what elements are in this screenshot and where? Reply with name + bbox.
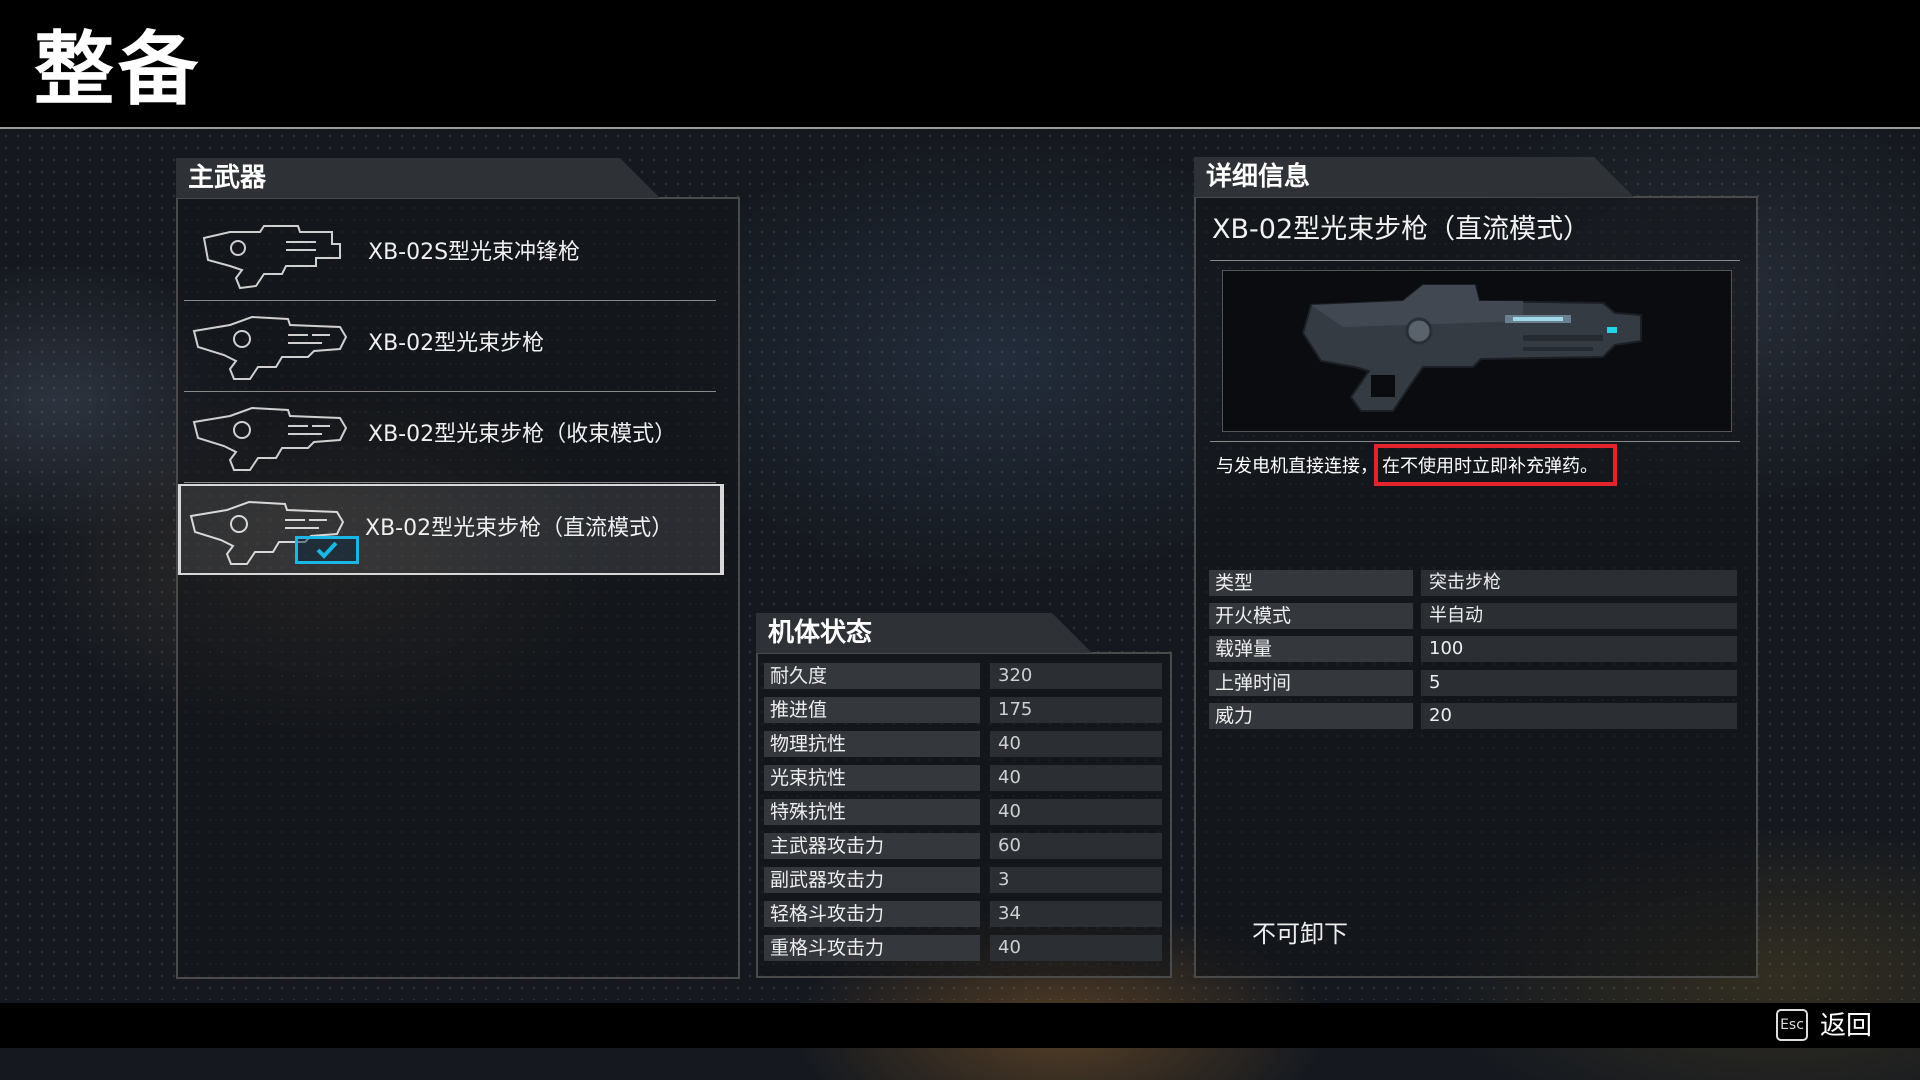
status-value: 60 [990,833,1162,859]
detail-stat-value: 100 [1421,636,1737,662]
detail-stat-value: 20 [1421,703,1737,729]
status-panel-title: 机体状态 [768,618,873,648]
status-label: 耐久度 [764,663,980,689]
beam-smg-icon [202,225,341,290]
weapon-description: 与发电机直接连接， [1216,456,1378,477]
status-label: 主武器攻击力 [764,833,980,859]
weapon-item-rifle[interactable]: XB-02型光束步枪 [184,301,716,392]
page-title: 整备 [34,23,202,116]
detail-stat-label: 威力 [1209,703,1413,729]
equipped-indicator [295,536,359,564]
weapon-panel-tab: 主武器 [176,158,660,198]
weapon-panel-title: 主武器 [188,163,267,193]
status-value: 40 [990,765,1162,791]
status-value: 40 [990,731,1162,757]
weapon-name: XB-02型光束步枪（收束模式） [368,422,677,447]
detail-weapon-name: XB-02型光束步枪（直流模式） [1212,214,1591,245]
detail-stat-label: 上弹时间 [1209,670,1413,696]
detail-stat-value: 5 [1421,670,1737,696]
weapon-description-highlight: 在不使用时立即补充弹药。 [1382,456,1598,477]
status-label: 轻格斗攻击力 [764,901,980,927]
divider [1210,441,1740,442]
top-bar: 整备 [0,0,1920,129]
status-label: 重格斗攻击力 [764,935,980,961]
weapon-item-rifle-direct[interactable]: XB-02型光束步枪（直流模式） [178,484,724,575]
status-label: 推进值 [764,697,980,723]
beam-rifle-icon [1301,284,1642,412]
bottom-bar [0,1003,1920,1048]
check-icon [316,541,338,559]
status-value: 175 [990,697,1162,723]
unremovable-notice: 不可卸下 [1252,920,1348,948]
status-value: 320 [990,663,1162,689]
status-label: 物理抗性 [764,731,980,757]
weapon-item-smg[interactable]: XB-02S型光束冲锋枪 [184,210,716,301]
detail-stat-label: 载弹量 [1209,636,1413,662]
back-button[interactable]: 返回 [1820,1010,1872,1042]
detail-panel-tab: 详细信息 [1194,157,1634,197]
status-value: 3 [990,867,1162,893]
status-label: 副武器攻击力 [764,867,980,893]
status-label: 光束抗性 [764,765,980,791]
detail-stat-label: 类型 [1209,570,1413,596]
weapon-name: XB-02型光束步枪 [368,331,545,356]
status-panel-tab: 机体状态 [756,613,1092,653]
weapon-name: XB-02S型光束冲锋枪 [368,240,581,265]
detail-stat-value: 半自动 [1421,603,1737,629]
status-value: 34 [990,901,1162,927]
beam-rifle-icon [192,315,348,380]
tab-slant-decoration [616,158,660,198]
status-value: 40 [990,799,1162,825]
detail-panel-title: 详细信息 [1206,162,1311,192]
esc-key-icon[interactable]: Esc [1776,1009,1808,1041]
beam-rifle-icon [192,406,348,471]
status-label: 特殊抗性 [764,799,980,825]
tab-slant-decoration [1048,613,1092,653]
detail-stat-value: 突击步枪 [1421,570,1737,596]
status-value: 40 [990,935,1162,961]
tab-slant-decoration [1590,157,1634,197]
divider [1210,260,1740,261]
weapon-preview [1222,270,1732,432]
weapon-item-rifle-focus[interactable]: XB-02型光束步枪（收束模式） [184,392,716,483]
detail-stat-label: 开火模式 [1209,603,1413,629]
weapon-name: XB-02型光束步枪（直流模式） [365,516,674,541]
